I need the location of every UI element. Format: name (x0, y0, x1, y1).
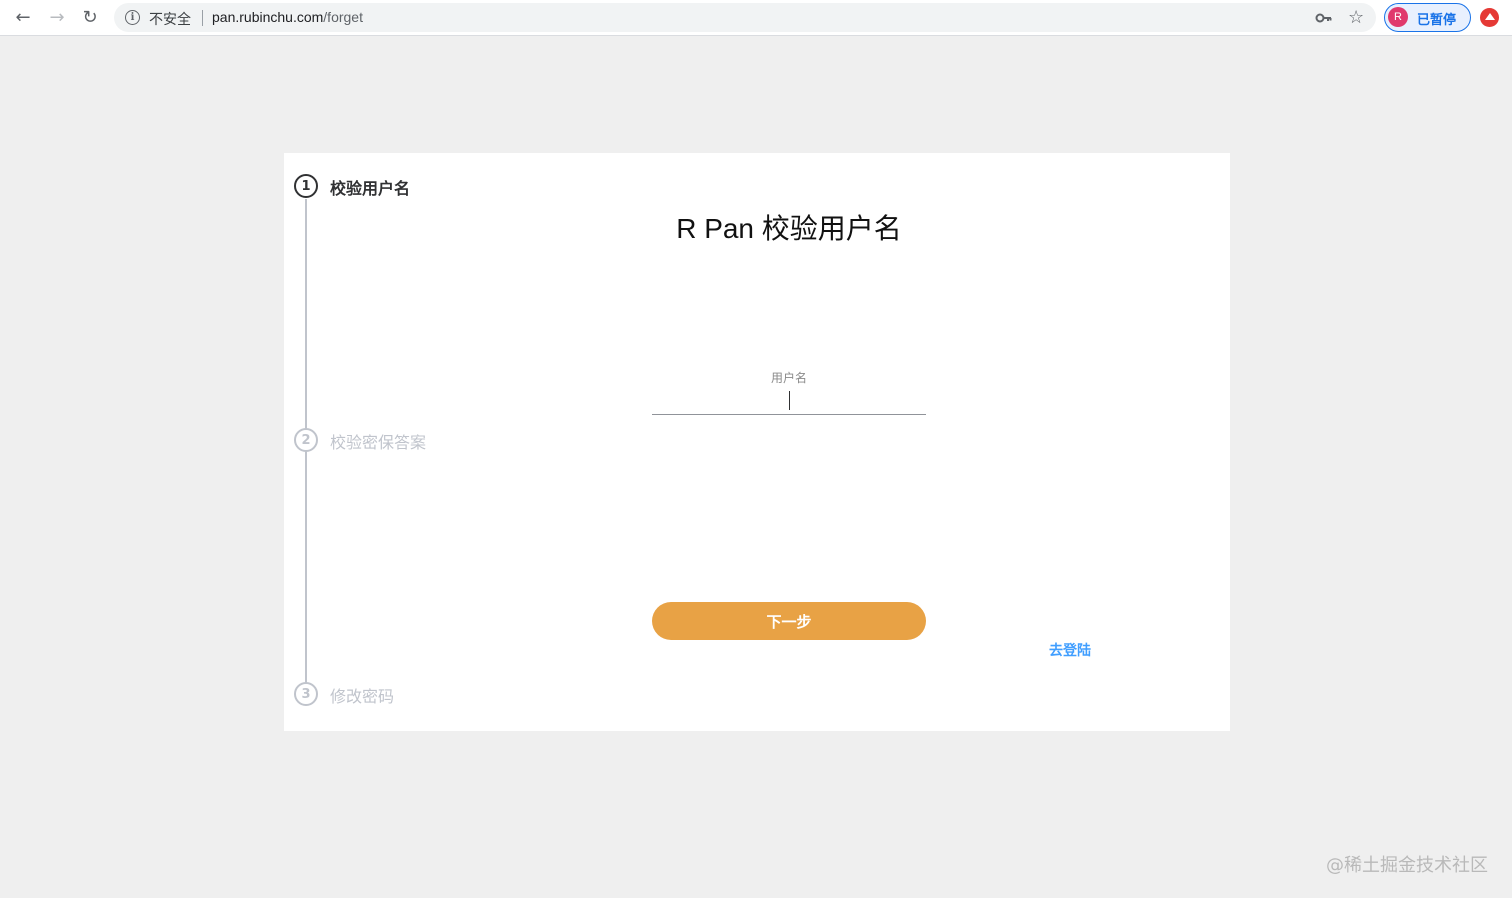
page-title: R Pan 校验用户名 (676, 213, 902, 244)
info-icon[interactable]: i (125, 10, 140, 25)
step-label: 校验用户名 (330, 179, 411, 198)
profile-status-label: 已暂停 (1417, 13, 1457, 28)
username-label: 用户名 (770, 371, 807, 385)
step-label: 修改密码 (330, 687, 395, 706)
reload-icon[interactable]: ↻ (78, 6, 102, 30)
url-text[interactable]: pan.rubinchu.com/forget (212, 9, 363, 25)
text-caret (789, 391, 790, 410)
avatar: R (1388, 7, 1408, 27)
step-number-badge: 1 (294, 174, 318, 198)
go-to-login-link[interactable]: 去登陆 (1049, 640, 1091, 660)
update-extension-icon[interactable] (1480, 8, 1499, 27)
browser-toolbar: ← → ↻ i 不安全 pan.rubinchu.com/forget ☆ R … (0, 0, 1512, 36)
forward-arrow-icon[interactable]: → (45, 6, 69, 30)
watermark: @稀土掘金技术社区 (1326, 855, 1488, 876)
url-divider (202, 10, 203, 26)
back-arrow-icon[interactable]: ← (11, 6, 35, 30)
step-number-badge: 3 (294, 682, 318, 706)
url-path: /forget (323, 9, 363, 25)
step-number-badge: 2 (294, 428, 318, 452)
key-icon[interactable] (1315, 9, 1333, 27)
next-step-button[interactable]: 下一步 (652, 602, 926, 640)
profile-button[interactable]: R 已暂停 (1384, 3, 1471, 32)
step-label: 校验密保答案 (330, 433, 427, 452)
url-host: pan.rubinchu.com (212, 9, 324, 25)
forget-password-card: 1 校验用户名 2 校验密保答案 3 修改密码 R Pan 校验用户名 用户名 … (284, 153, 1230, 731)
bookmark-star-icon[interactable]: ☆ (1348, 7, 1364, 28)
address-bar[interactable]: i 不安全 pan.rubinchu.com/forget ☆ (114, 3, 1376, 32)
security-label[interactable]: 不安全 (149, 9, 191, 29)
